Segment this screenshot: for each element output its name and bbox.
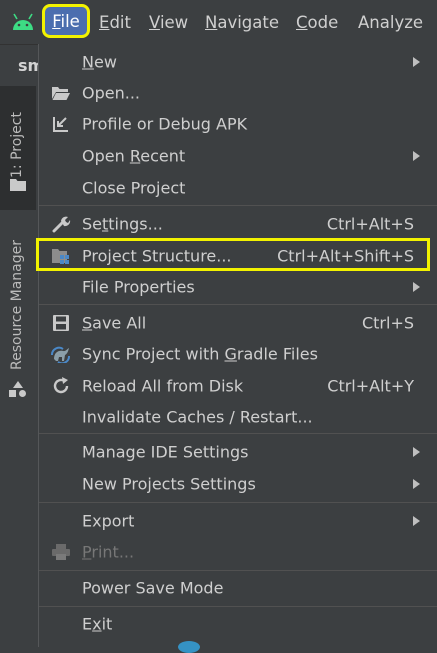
menu-item-label: Print... [82,542,135,561]
menu-edit-mnemonic: E [99,13,110,32]
menu-item-new[interactable]: New [39,46,437,77]
menu-item-new-projects-settings[interactable]: New Projects Settings [39,468,437,499]
menu-navigate[interactable]: Navigate [205,0,279,44]
file-dropdown-menu: New Open... Profile or Debug APK Open Re… [38,44,437,647]
folder-icon [10,179,26,191]
main-menu-bar: File Edit View Navigate Code Analyze [0,0,437,44]
gradle-sync-icon [51,346,70,363]
menu-separator [39,502,437,503]
menu-item-open[interactable]: Open... [39,77,437,108]
menu-item-open-recent[interactable]: Open Recent [39,140,437,171]
shortcut-label: Ctrl+Alt+S [326,214,414,233]
menu-separator [39,433,437,434]
project-tab-label: 1: Project [9,112,25,178]
menu-edit[interactable]: Edit [99,0,131,44]
menu-item-manage-ide-settings[interactable]: Manage IDE Settings [39,436,437,467]
menu-item-label: Reload All from Disk [82,376,244,395]
print-icon [52,543,70,560]
menu-item-label: Close Project [82,178,186,197]
menu-item-label: Sync Project with Gradle Files [82,344,318,363]
menu-navigate-mnemonic: N [205,13,218,32]
menu-item-label: Export [82,511,135,530]
menu-code[interactable]: Code [296,0,338,44]
menu-code-label: ode [307,13,339,32]
menu-item-label: Settings... [82,214,163,233]
menu-item-export[interactable]: Export [39,505,437,536]
status-indicator-icon [178,641,200,653]
project-tool-tab[interactable]: 1: Project [0,86,36,210]
menu-view-mnemonic: V [149,13,160,32]
submenu-arrow-icon [413,56,420,67]
submenu-arrow-icon [413,281,420,292]
menu-item-exit[interactable]: Exit [39,608,437,639]
submenu-arrow-icon [413,150,420,161]
menu-item-profile-debug-apk[interactable]: Profile or Debug APK [39,108,437,139]
menu-item-label: Exit [82,614,113,633]
submenu-arrow-icon [413,515,420,526]
reload-icon [53,376,69,393]
menu-item-invalidate-caches[interactable]: Invalidate Caches / Restart... [39,401,437,432]
menu-item-label: Open... [82,83,140,102]
menu-item-label: File Properties [82,277,195,296]
save-icon [53,314,69,331]
menu-separator [39,205,437,206]
shortcut-label: Ctrl+Alt+Y [327,376,414,395]
menu-analyze-label: Analyze [358,13,424,32]
menu-analyze[interactable]: Analyze [358,0,423,44]
menu-file[interactable]: File [42,4,90,38]
import-arrow-icon [53,116,68,132]
highlight-outline [36,238,430,271]
menu-navigate-label: avigate [217,13,280,32]
folder-open-icon [52,86,70,100]
menu-item-file-properties[interactable]: File Properties [39,271,437,302]
resource-shapes-icon [9,381,26,397]
menu-item-label: Invalidate Caches / Restart... [82,407,313,426]
resource-manager-tab[interactable]: Resource Manager [0,225,36,405]
menu-item-reload-all[interactable]: Reload All from Disk Ctrl+Alt+Y [39,370,437,401]
menu-separator [39,606,437,607]
menu-item-close-project[interactable]: Close Project [39,172,437,203]
menu-view[interactable]: View [149,0,188,44]
menu-item-label: Open Recent [82,146,186,165]
menu-edit-label: dit [109,13,131,32]
shortcut-label: Ctrl+S [361,313,414,332]
menu-item-label: New Projects Settings [82,474,256,493]
menu-item-label: Profile or Debug APK [82,114,248,133]
menu-item-label: New [82,52,117,71]
menu-separator [39,304,437,305]
submenu-arrow-icon [413,478,420,489]
menu-view-label: iew [159,13,189,32]
submenu-arrow-icon [413,446,420,457]
menu-item-label: Power Save Mode [82,578,224,597]
menu-item-power-save-mode[interactable]: Power Save Mode [39,572,437,603]
menu-separator [39,570,437,571]
android-logo-icon [13,13,33,30]
menu-item-label: Manage IDE Settings [82,442,249,461]
wrench-icon [52,216,71,232]
menu-item-label: Save All [82,313,147,332]
menu-file-label: ile [60,12,80,31]
menu-item-save-all[interactable]: Save All Ctrl+S [39,307,437,338]
menu-code-mnemonic: C [296,13,308,32]
menu-item-print: Print... [39,536,437,567]
menu-item-sync-gradle[interactable]: Sync Project with Gradle Files [39,338,437,369]
resource-manager-label: Resource Manager [9,239,25,370]
menu-item-settings[interactable]: Settings... Ctrl+Alt+S [39,208,437,239]
